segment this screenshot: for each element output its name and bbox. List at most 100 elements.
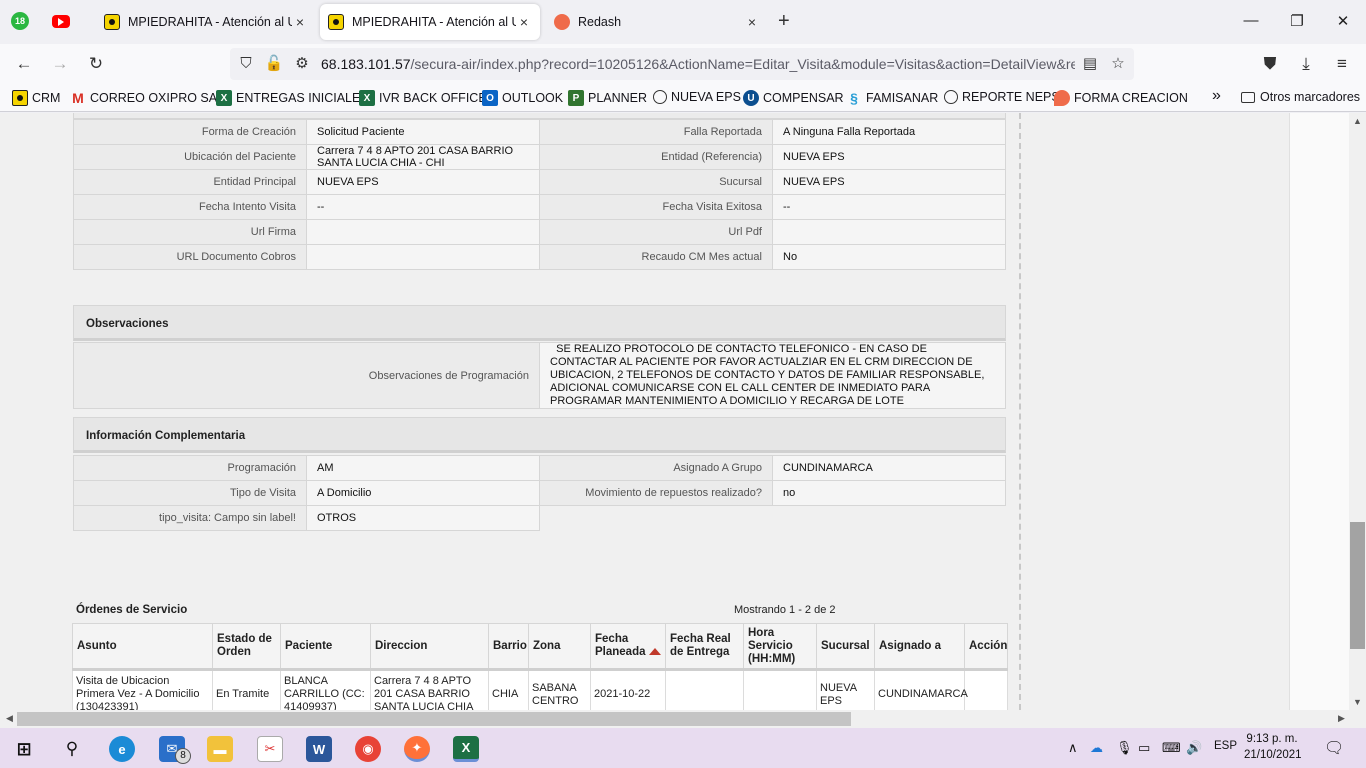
col-direccion[interactable]: Direccion (370, 623, 489, 671)
volume-icon[interactable]: 🔊 (1186, 740, 1202, 756)
bookmark-compensar[interactable]: U COMPENSAR (743, 90, 844, 106)
reader-view-icon[interactable]: ▤ (1080, 54, 1100, 74)
permissions-icon[interactable]: ⚙ (292, 54, 312, 74)
vertical-scroll-thumb[interactable] (1350, 522, 1365, 649)
tab-close-icon[interactable]: × (516, 14, 532, 30)
yellow-logo-icon (12, 90, 28, 106)
bookmark-planner[interactable]: P PLANNER (568, 90, 647, 106)
col-barrio[interactable]: Barrio (488, 623, 529, 671)
firefox-icon[interactable]: ✦ (404, 736, 430, 762)
tab-mpiedrahita-2[interactable]: MPIEDRAHITA - Atención al Usuario × (320, 4, 540, 40)
url-pdf-value (772, 219, 1006, 245)
windows-taskbar: ⊞ ⚲ e ✉ 8 ▬ ✂ W ◉ ✦ X ∧ ☁ 🎙 ▭ ⌨ 🔊 ESP 9:… (0, 728, 1366, 768)
word-icon[interactable]: W (306, 736, 332, 762)
bookmarks-overflow-button[interactable]: » (1212, 87, 1221, 105)
insecure-lock-icon[interactable]: 🔓 (264, 54, 284, 74)
table-row[interactable]: Visita de Ubicacion Primera Vez - A Domi… (72, 669, 1008, 710)
address-bar[interactable]: ⛉ 🔓 ⚙ 68.183.101.57/secura-air/index.php… (230, 48, 1134, 80)
entidad-referencia-value: NUEVA EPS (772, 144, 1006, 170)
cell-paciente[interactable]: BLANCA CARRILLO (CC: 41409937) (280, 669, 371, 710)
pinned-tab-whatsapp[interactable]: 18 (11, 12, 29, 30)
ordenes-title: Órdenes de Servicio (76, 604, 188, 616)
bookmark-forma-creacion[interactable]: FORMA CREACION (1054, 90, 1188, 106)
bookmark-label: IVR BACK OFFICE (379, 91, 487, 105)
cell-asunto[interactable]: Visita de Ubicacion Primera Vez - A Domi… (72, 669, 213, 710)
col-fecha-real[interactable]: Fecha Real de Entrega (665, 623, 744, 671)
url-firma-value (306, 219, 540, 245)
file-explorer-icon[interactable]: ▬ (207, 736, 233, 762)
other-bookmarks-folder[interactable]: Otros marcadores (1241, 90, 1360, 104)
forward-button[interactable]: → (50, 54, 70, 74)
col-paciente[interactable]: Paciente (280, 623, 371, 671)
excel-icon[interactable]: X (453, 736, 479, 762)
horizontal-scrollbar[interactable]: ◀ ▶ (0, 710, 1366, 728)
bookmark-outlook[interactable]: O OUTLOOK (482, 90, 563, 106)
complementaria-table: Programación AM Asignado A Grupo CUNDINA… (73, 455, 1006, 531)
back-button[interactable]: ← (14, 54, 34, 74)
pinned-tab-youtube[interactable] (52, 15, 70, 28)
tab-mpiedrahita-1[interactable]: MPIEDRAHITA - Atención al Usuario × (96, 4, 316, 40)
tray-chevron-icon[interactable]: ∧ (1068, 740, 1078, 756)
windows-start-icon[interactable]: ⊞ (11, 736, 37, 762)
scroll-left-arrow-icon[interactable]: ◀ (1, 713, 18, 724)
empty-cell (772, 505, 1006, 531)
snipping-tool-icon[interactable]: ✂ (257, 736, 283, 762)
url-text[interactable]: 68.183.101.57/secura-air/index.php?recor… (321, 56, 1075, 72)
new-tab-button[interactable]: + (778, 11, 790, 31)
downloads-icon[interactable]: ⤓ (1296, 54, 1316, 74)
bookmark-label: NUEVA EPS (671, 90, 741, 104)
chrome-icon[interactable]: ◉ (355, 736, 381, 762)
empty-cell (539, 505, 773, 531)
bookmark-star-icon[interactable]: ☆ (1108, 54, 1128, 74)
movimiento-repuestos-value: no (772, 480, 1006, 506)
edge-icon[interactable]: e (109, 736, 135, 762)
bookmark-ivr[interactable]: X IVR BACK OFFICE (359, 90, 487, 106)
col-asignado[interactable]: Asignado a (874, 623, 965, 671)
col-zona[interactable]: Zona (528, 623, 591, 671)
tab-close-icon[interactable]: × (744, 14, 760, 30)
tab-redash[interactable]: Redash × (546, 4, 768, 40)
entidad-principal-value: NUEVA EPS (306, 169, 540, 195)
col-estado[interactable]: Estado de Orden (212, 623, 281, 671)
minimize-button[interactable]: — (1241, 12, 1261, 29)
bookmark-crm[interactable]: CRM (12, 90, 60, 106)
scroll-down-arrow-icon[interactable]: ▼ (1349, 697, 1366, 707)
reload-button[interactable]: ↻ (86, 54, 106, 74)
tab-close-icon[interactable]: × (292, 14, 308, 30)
onedrive-icon[interactable]: ☁ (1090, 740, 1103, 756)
bookmark-reporte-neps[interactable]: REPORTE NEPS (944, 90, 1060, 104)
cell-accion[interactable] (964, 669, 1008, 710)
detail-row: Fecha Intento Visita -- Fecha Visita Exi… (73, 194, 1006, 220)
bookmark-entregas[interactable]: X ENTREGAS INICIALES (216, 90, 369, 106)
asignado-grupo-label: Asignado A Grupo (539, 455, 773, 481)
compensar-icon: U (743, 90, 759, 106)
col-hora[interactable]: Hora Servicio (HH:MM) (743, 623, 817, 671)
col-fecha-planeada[interactable]: Fecha Planeada (590, 623, 666, 671)
microphone-icon[interactable]: 🎙 (1116, 740, 1133, 756)
close-window-button[interactable]: ✕ (1333, 12, 1353, 30)
search-icon[interactable]: ⚲ (59, 736, 85, 762)
network-icon[interactable]: ⌨ (1162, 740, 1181, 756)
menu-icon[interactable]: ≡ (1332, 54, 1352, 74)
col-sucursal[interactable]: Sucursal (816, 623, 875, 671)
horizontal-scroll-thumb[interactable] (17, 712, 851, 726)
pocket-icon[interactable]: ⛊ (1260, 54, 1280, 74)
col-asunto[interactable]: Asunto (72, 623, 213, 671)
bookmark-nueva-eps[interactable]: NUEVA EPS (653, 90, 741, 104)
globe-icon (944, 90, 958, 104)
language-indicator[interactable]: ESP (1214, 740, 1237, 752)
battery-icon[interactable]: ▭ (1138, 740, 1150, 756)
scroll-right-arrow-icon[interactable]: ▶ (1333, 713, 1350, 724)
shield-icon[interactable]: ⛉ (236, 54, 256, 74)
bookmark-correo[interactable]: M CORREO OXIPRO SAS (70, 90, 225, 106)
restore-button[interactable]: ❐ (1287, 12, 1307, 30)
scroll-up-arrow-icon[interactable]: ▲ (1349, 116, 1366, 126)
bookmark-label: Otros marcadores (1260, 90, 1361, 104)
notifications-icon[interactable]: 🗨 (1324, 738, 1344, 758)
cell-direccion: Carrera 7 4 8 APTO 201 CASA BARRIO SANTA… (370, 669, 489, 710)
vertical-scrollbar[interactable]: ▲ ▼ (1349, 113, 1366, 710)
detail-row: Observaciones de Programación SE REALIZO… (73, 342, 1006, 409)
planner-icon: P (568, 90, 584, 106)
system-clock[interactable]: 9:13 p. m. 21/10/2021 (1244, 731, 1302, 763)
bookmark-famisanar[interactable]: § FAMISANAR (846, 90, 938, 106)
